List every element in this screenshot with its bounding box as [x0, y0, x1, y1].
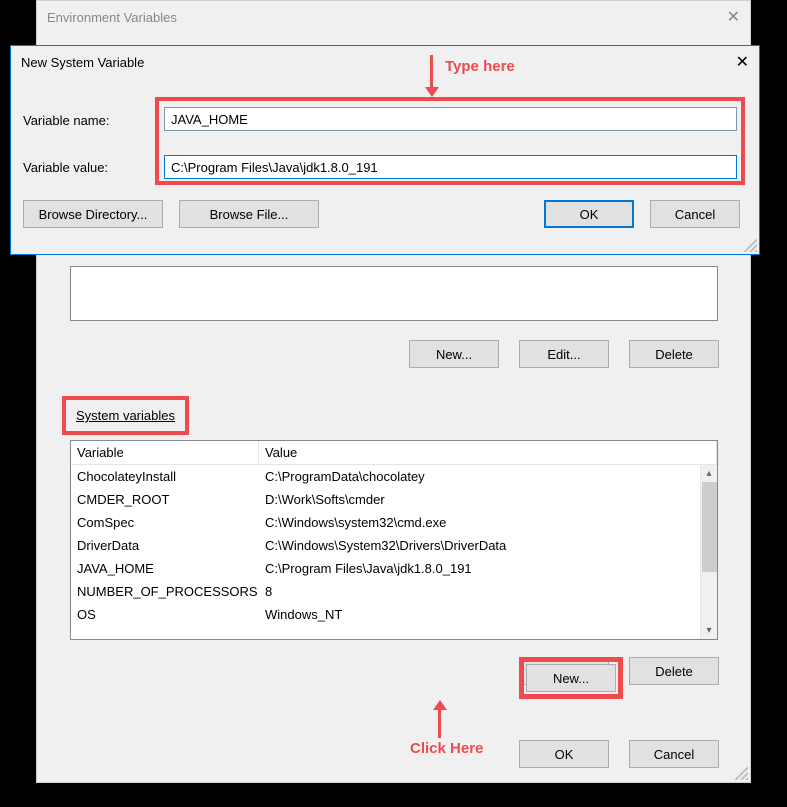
- system-variables-table[interactable]: Variable Value ChocolateyInstallC:\Progr…: [70, 440, 718, 640]
- system-variables-label-highlight: System variables: [62, 396, 189, 435]
- table-row[interactable]: OSWindows_NT: [71, 603, 717, 626]
- type-here-callout: Type here: [445, 58, 515, 75]
- header-variable[interactable]: Variable: [71, 441, 259, 464]
- variable-value-label: Variable value:: [23, 160, 143, 175]
- scrollbar[interactable]: ▴ ▾: [700, 465, 717, 639]
- cell-value: Windows_NT: [259, 605, 717, 624]
- variable-value-row: Variable value:: [23, 160, 143, 175]
- table-row[interactable]: NUMBER_OF_PROCESSORS8: [71, 580, 717, 603]
- cell-variable: ChocolateyInstall: [71, 467, 259, 486]
- table-header: Variable Value: [71, 441, 717, 465]
- scroll-thumb[interactable]: [702, 482, 717, 572]
- click-here-callout: Click Here: [410, 740, 483, 757]
- variable-value-input[interactable]: [164, 155, 737, 179]
- variable-name-input[interactable]: [164, 107, 737, 131]
- arrow-up-icon: [438, 700, 447, 738]
- header-value[interactable]: Value: [259, 441, 717, 464]
- cancel-button[interactable]: Cancel: [650, 200, 740, 228]
- browse-file-button[interactable]: Browse File...: [179, 200, 319, 228]
- cell-variable: OS: [71, 605, 259, 624]
- resize-grip-icon[interactable]: [734, 766, 748, 780]
- resize-grip-icon[interactable]: [743, 238, 757, 252]
- user-variables-list[interactable]: [70, 266, 718, 321]
- cell-variable: ComSpec: [71, 513, 259, 532]
- system-variables-label: System variables: [76, 408, 175, 423]
- cell-value: C:\ProgramData\chocolatey: [259, 467, 717, 486]
- cell-value: 8: [259, 582, 717, 601]
- close-icon[interactable]: ✕: [727, 7, 740, 27]
- user-new-button[interactable]: New...: [409, 340, 499, 368]
- user-delete-button[interactable]: Delete: [629, 340, 719, 368]
- footer-ok-button[interactable]: OK: [519, 740, 609, 768]
- variable-name-row: Variable name:: [23, 113, 143, 128]
- user-edit-button[interactable]: Edit...: [519, 340, 609, 368]
- ok-button[interactable]: OK: [544, 200, 634, 228]
- cell-variable: DriverData: [71, 536, 259, 555]
- cell-value: C:\Windows\System32\Drivers\DriverData: [259, 536, 717, 555]
- variable-name-label: Variable name:: [23, 113, 143, 128]
- scroll-up-icon[interactable]: ▴: [701, 465, 717, 482]
- new-sysvar-title: New System Variable: [21, 55, 144, 70]
- table-row[interactable]: CMDER_ROOTD:\Work\Softs\cmder: [71, 488, 717, 511]
- cell-value: C:\Program Files\Java\jdk1.8.0_191: [259, 559, 717, 578]
- scroll-down-icon[interactable]: ▾: [701, 622, 717, 639]
- browse-directory-button[interactable]: Browse Directory...: [23, 200, 163, 228]
- cell-variable: NUMBER_OF_PROCESSORS: [71, 582, 259, 601]
- new-button-highlight: New...: [519, 657, 623, 699]
- footer-cancel-button[interactable]: Cancel: [629, 740, 719, 768]
- arrow-down-icon: [430, 55, 439, 97]
- system-new-button[interactable]: New...: [526, 664, 616, 692]
- close-icon[interactable]: ✕: [736, 52, 749, 72]
- footer-buttons: OK Cancel: [519, 740, 719, 768]
- cell-variable: CMDER_ROOT: [71, 490, 259, 509]
- env-vars-title: Environment Variables: [47, 10, 177, 25]
- cell-variable: JAVA_HOME: [71, 559, 259, 578]
- cell-value: C:\Windows\system32\cmd.exe: [259, 513, 717, 532]
- table-row[interactable]: ComSpecC:\Windows\system32\cmd.exe: [71, 511, 717, 534]
- table-row[interactable]: DriverDataC:\Windows\System32\Drivers\Dr…: [71, 534, 717, 557]
- new-sysvar-titlebar: New System Variable ✕: [11, 46, 759, 78]
- table-row[interactable]: JAVA_HOMEC:\Program Files\Java\jdk1.8.0_…: [71, 557, 717, 580]
- user-variables-buttons: New... Edit... Delete: [409, 340, 719, 368]
- system-delete-button[interactable]: Delete: [629, 657, 719, 685]
- new-sysvar-buttons: Browse Directory... Browse File... OK Ca…: [23, 200, 740, 228]
- env-vars-titlebar: Environment Variables ✕: [37, 1, 750, 33]
- table-row[interactable]: ChocolateyInstallC:\ProgramData\chocolat…: [71, 465, 717, 488]
- cell-value: D:\Work\Softs\cmder: [259, 490, 717, 509]
- system-variables-buttons: New... Edit... Delete: [519, 657, 719, 685]
